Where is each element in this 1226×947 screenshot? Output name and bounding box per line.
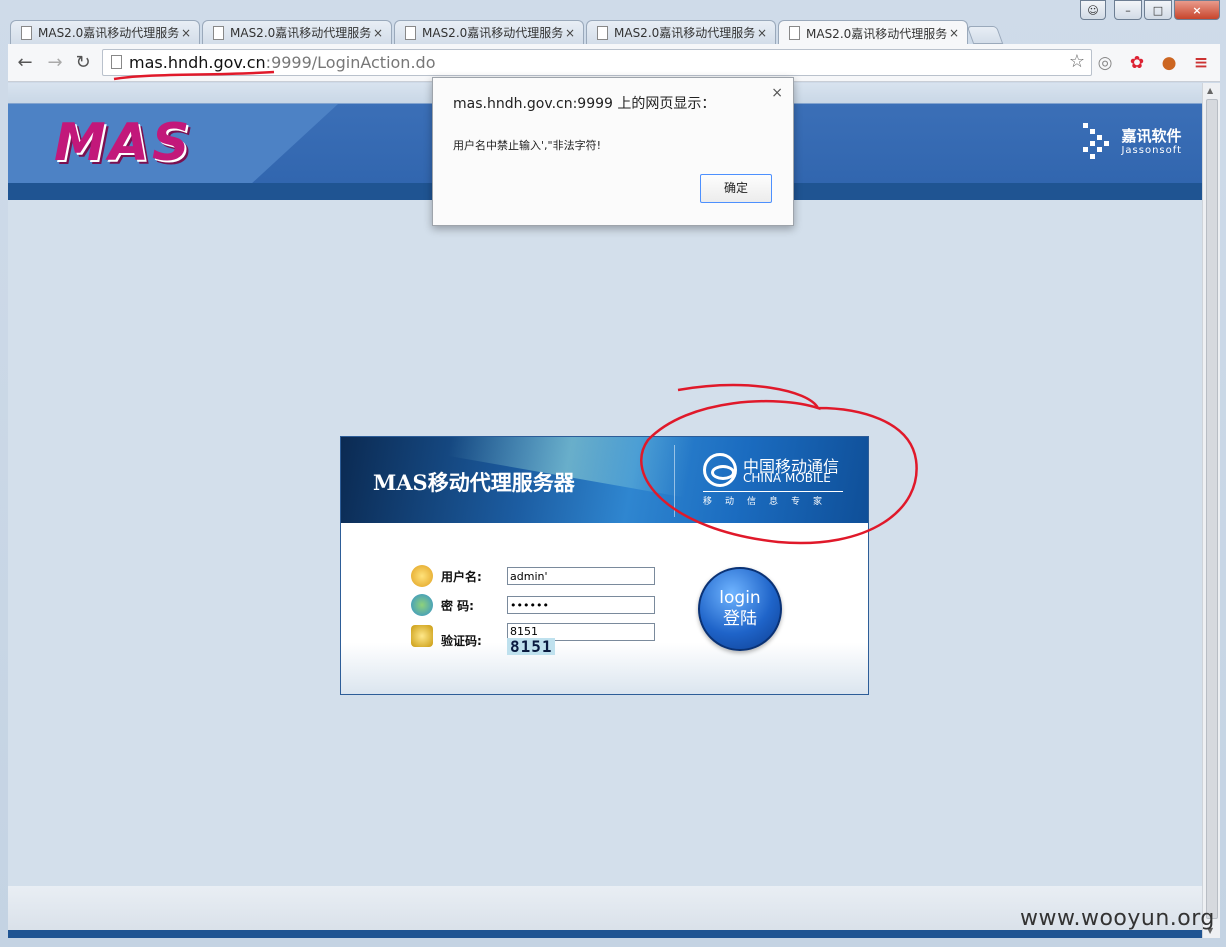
url-path: :9999/LoginAction.do: [265, 53, 436, 72]
tab-label: MAS2.0嘉讯移动代理服务器: [230, 26, 371, 40]
tab-close-icon[interactable]: ×: [755, 26, 769, 40]
close-window-button[interactable]: ×: [1174, 0, 1220, 20]
login-banner-title: MAS移动代理服务器: [373, 470, 575, 495]
captcha-image[interactable]: 8151: [507, 638, 555, 655]
alert-dialog: mas.hndh.gov.cn:9999 上的网页显示： × 用户名中禁止输入'…: [432, 77, 794, 226]
dialog-message: 用户名中禁止输入',"非法字符!: [453, 139, 601, 152]
window-controls: ☺ – □ ×: [1080, 0, 1220, 20]
page-icon: [21, 25, 32, 40]
captcha-label: 验证码:: [441, 634, 482, 648]
tab-label: MAS2.0嘉讯移动代理服务器: [806, 26, 947, 41]
page-scrollbar[interactable]: ▲ ▼: [1202, 83, 1220, 938]
browser-tab[interactable]: MAS2.0嘉讯移动代理服务器 ×: [394, 20, 584, 44]
tab-close-icon[interactable]: ×: [563, 26, 577, 40]
user-profile-icon[interactable]: ☺: [1080, 0, 1106, 20]
dialog-close-icon[interactable]: ×: [771, 85, 783, 101]
page-icon: [213, 25, 224, 40]
page-icon: [405, 25, 416, 40]
tab-close-icon[interactable]: ×: [179, 26, 193, 40]
company-name-cn: 嘉讯软件: [1121, 127, 1182, 145]
login-button-label-en: login: [719, 588, 761, 608]
tab-label: MAS2.0嘉讯移动代理服务器: [422, 26, 563, 40]
browser-tab[interactable]: MAS2.0嘉讯移动代理服务器 ×: [586, 20, 776, 44]
password-label: 密 码:: [441, 598, 474, 613]
dialog-ok-button[interactable]: 确定: [700, 174, 772, 203]
browser-window: ☺ – □ × MAS2.0嘉讯移动代理服务器 × MAS2.0嘉讯移动代理服务…: [0, 0, 1226, 947]
footer-stripe: [8, 930, 1202, 938]
watermark: www.wooyun.org: [1020, 906, 1215, 931]
browser-tab[interactable]: MAS2.0嘉讯移动代理服务器 ×: [10, 20, 200, 44]
login-button-label-cn: 登陆: [723, 609, 757, 629]
red-underline-annotation: [113, 70, 275, 81]
reload-icon[interactable]: ↻: [72, 52, 94, 74]
tab-close-icon[interactable]: ×: [371, 26, 385, 40]
dialog-title: mas.hndh.gov.cn:9999 上的网页显示：: [453, 96, 716, 112]
login-button[interactable]: login 登陆: [698, 567, 782, 651]
jassonsoft-mark-icon: [1083, 123, 1115, 161]
maximize-button[interactable]: □: [1144, 0, 1172, 20]
extension-icon[interactable]: ✿: [1126, 52, 1148, 74]
browser-tab[interactable]: MAS2.0嘉讯移动代理服务器 ×: [202, 20, 392, 44]
new-tab-button[interactable]: [966, 26, 1004, 44]
page-icon: [597, 25, 608, 40]
scroll-up-icon[interactable]: ▲: [1207, 86, 1213, 95]
extension-icon[interactable]: ●: [1158, 52, 1180, 74]
scrollbar-thumb[interactable]: [1206, 99, 1218, 919]
user-help-icon: [411, 565, 433, 587]
users-icon: [411, 594, 433, 616]
extension-icon[interactable]: ◎: [1094, 52, 1116, 74]
page-icon: [111, 55, 122, 69]
tab-strip: MAS2.0嘉讯移动代理服务器 × MAS2.0嘉讯移动代理服务器 × MAS2…: [10, 20, 1004, 45]
username-input[interactable]: [507, 567, 655, 585]
mas-logo: MAS: [54, 113, 193, 173]
jassonsoft-logo: 嘉讯软件 Jassonsoft: [1083, 123, 1182, 161]
password-input[interactable]: [507, 596, 655, 614]
page-icon: [789, 26, 800, 40]
menu-icon[interactable]: ≡: [1190, 52, 1212, 74]
browser-tab-active[interactable]: MAS2.0嘉讯移动代理服务器 ×: [778, 20, 968, 45]
company-name-en: Jassonsoft: [1121, 145, 1182, 156]
tab-close-icon[interactable]: ×: [947, 26, 961, 40]
lock-icon: [411, 624, 433, 647]
password-row: 密 码:: [411, 594, 655, 616]
forward-icon[interactable]: →: [44, 52, 66, 74]
username-label: 用户名:: [441, 569, 482, 584]
red-circle-annotation: [640, 383, 918, 545]
tab-label: MAS2.0嘉讯移动代理服务器: [38, 26, 179, 40]
minimize-button[interactable]: –: [1114, 0, 1142, 20]
bookmark-star-icon[interactable]: ☆: [1069, 51, 1085, 72]
back-icon[interactable]: ←: [14, 52, 36, 74]
username-row: 用户名:: [411, 565, 655, 587]
tab-label: MAS2.0嘉讯移动代理服务器: [614, 26, 755, 40]
